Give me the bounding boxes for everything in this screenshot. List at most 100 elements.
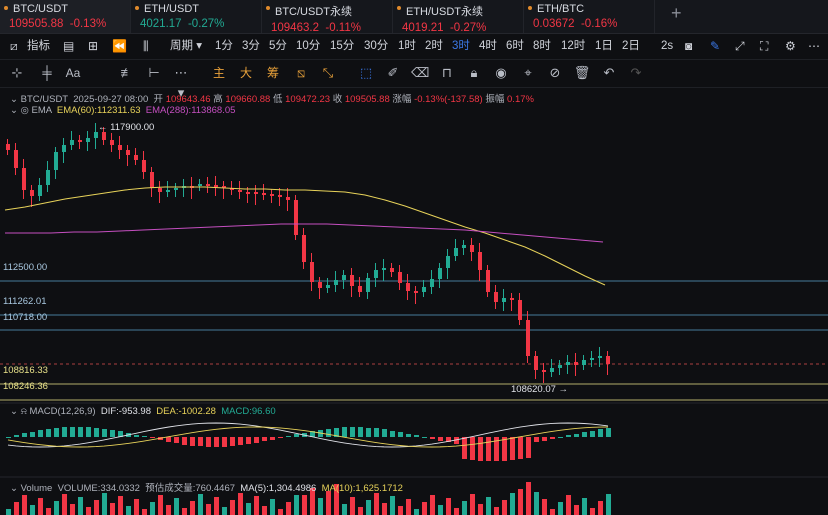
collapse-icon[interactable]: ⌄ [10,483,18,494]
volume-bar [166,505,171,515]
ma10-value: MA(10):1,625.1712 [321,483,403,494]
macd-bar [598,429,603,437]
volume-bar [382,503,387,515]
candle-body [478,252,482,270]
macd-bar [174,437,179,443]
candle-body [590,358,594,360]
macd-bar [294,434,299,437]
volume-bar [542,499,547,515]
collapse-icon[interactable]: ⌄ [10,94,18,105]
volume-bar [430,495,435,515]
candle-body [214,185,218,187]
macd-bar [278,437,283,438]
candle-body [62,145,66,152]
macd-bar [142,436,147,437]
level-108816: 108816.33 [3,365,48,376]
candle-body [566,362,570,365]
volume-bar [350,497,355,515]
volume-bar [318,498,323,515]
candle-body [270,194,274,196]
collapse-icon[interactable]: ⌄ [10,406,18,417]
macd-bar [366,428,371,437]
macd-bar [382,429,387,437]
close-label: 收 [332,94,343,105]
volume-bar [174,498,179,515]
macd-bar [206,437,211,447]
candle-body [550,368,554,372]
volume-bar [46,508,51,515]
volume-bar [246,503,251,515]
volume-bar [478,504,483,515]
candle-body [46,170,50,185]
candle-body [310,262,314,282]
chg-label: 涨幅 [392,94,412,105]
candle-body [278,195,282,197]
volume-bar [30,505,35,515]
level-112500: 112500.00 [3,262,48,273]
volume-bar [270,499,275,515]
macd-bar [30,432,35,437]
volume-bar [70,504,75,515]
volume-bar [286,502,291,515]
open-value: 109643.46 [165,94,211,105]
macd-bar [46,429,51,437]
candle-body [118,145,122,150]
volume-bar [510,493,515,515]
candle-body [510,298,514,300]
candle-body [582,360,586,365]
candle-body [606,356,610,364]
candle-body [102,132,106,140]
candle-body [462,245,466,248]
volume-bar [454,508,459,515]
symbol-label: BTC/USDT [20,94,68,105]
macd-bar [6,437,11,438]
volume-bar [190,501,195,515]
candle-body [158,188,162,192]
eye-icon[interactable]: ◎ [21,105,29,116]
bell-icon[interactable]: ⍾ [21,406,27,417]
amp-value: 0.17% [507,94,534,105]
volume-bar [38,498,43,515]
candle-body [558,365,562,368]
volume-label: ⌄ Volume VOLUME:334.0332 预估成交量:760.4467 … [10,480,403,494]
high-label: 高 [213,94,223,105]
volume-bar [598,501,603,515]
candle-body [534,356,538,370]
macd-bar [70,427,75,437]
volume-bar [294,495,299,515]
macd-bar [246,437,251,444]
volume-bar [14,502,19,515]
macd-bar [166,437,171,442]
volume-bar [550,509,555,515]
volume-bar [422,502,427,515]
collapse-icon[interactable]: ⌄ [10,105,18,116]
open-label: 开 [153,94,164,105]
volume-bar [54,501,59,515]
macd-bar [326,429,331,437]
macd-bar [574,434,579,437]
volume-bar [462,501,467,515]
kline-chart[interactable] [0,0,828,515]
candle-body [542,370,546,372]
volume-bar [358,507,363,515]
candle-body [422,287,426,292]
ema288-value: EMA(288):113868.05 [145,105,236,116]
candle-body [126,150,130,155]
candle-body [6,144,10,150]
macd-bar [270,437,275,440]
candle-body [446,256,450,268]
volume-bar [262,506,267,515]
macd-bar [566,435,571,437]
candle-body [430,279,434,287]
volume-bar [230,500,235,515]
macd-value: MACD:96.60 [221,406,276,417]
volume-bar [526,482,531,515]
candle-body [70,140,74,145]
macd-bar [430,437,435,439]
volume-bar [534,492,539,515]
candle-body [438,268,442,279]
candle-body [286,197,290,200]
candle-body [454,248,458,256]
volume-bar [86,507,91,515]
macd-bar [542,437,547,441]
